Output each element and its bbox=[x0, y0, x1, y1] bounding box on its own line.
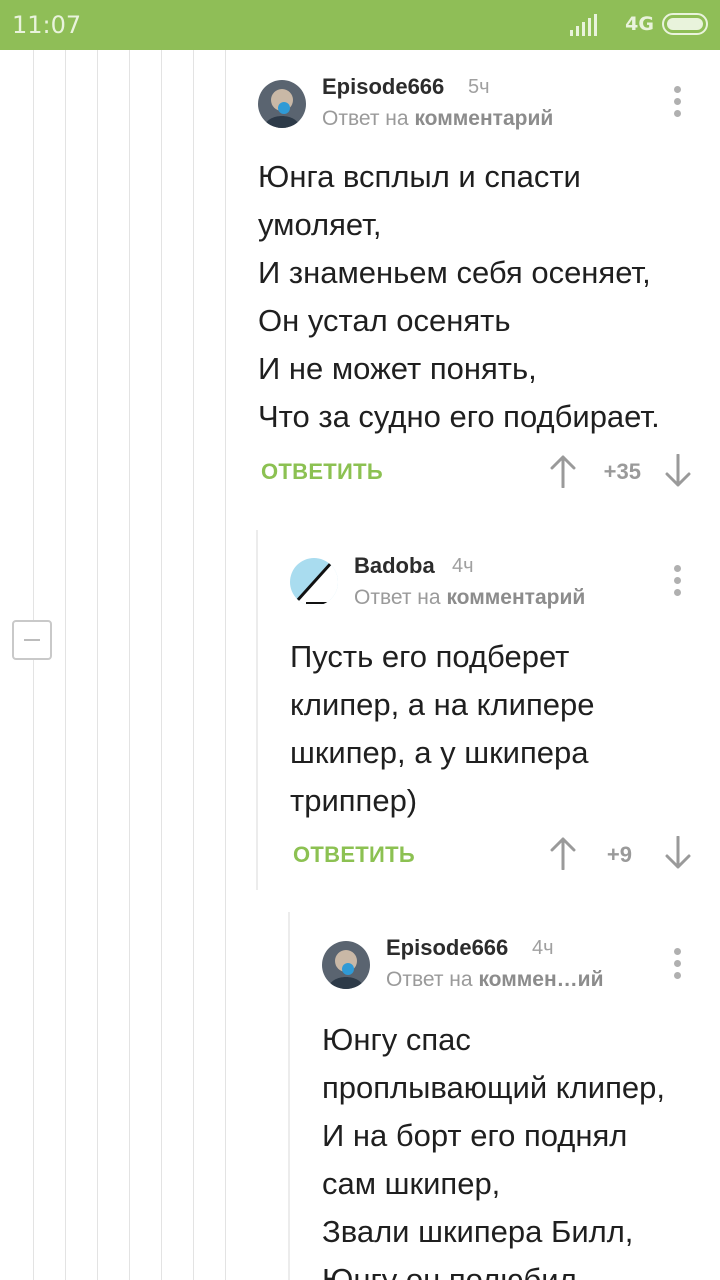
reply-target-link[interactable]: комментарий bbox=[414, 107, 553, 130]
comment-text-line: умоляет, bbox=[258, 207, 382, 242]
avatar-image-icon bbox=[258, 80, 306, 128]
comment-text-line: шкипер, а у шкипера bbox=[290, 735, 589, 770]
status-time: 11:07 bbox=[12, 11, 82, 39]
comment-text-line: Он устал осенять bbox=[258, 303, 511, 338]
comment-text-line: триппер) bbox=[290, 783, 418, 818]
comment-body: Юнга всплыл и спасти умоляет, И знаменье… bbox=[258, 153, 660, 441]
comment: Episode666 5ч Ответ на комментарий Юнга … bbox=[240, 50, 720, 520]
reply-target-link[interactable]: комментарий bbox=[446, 586, 585, 609]
reply-to-label[interactable]: Ответ на коммен…ий bbox=[386, 968, 603, 992]
comment-rating: +9 bbox=[606, 842, 632, 867]
comment-author[interactable]: Episode666 bbox=[386, 935, 508, 961]
more-options-icon[interactable] bbox=[672, 948, 684, 980]
comment-text-line: клипер, а на клипере bbox=[290, 687, 595, 722]
comment-body: Пусть его подберет клипер, а на клипере … bbox=[290, 633, 594, 825]
reply-prefix: Ответ на bbox=[386, 968, 473, 991]
comment: Episode666 4ч Ответ на коммен…ий Юнгу сп… bbox=[288, 912, 720, 1280]
thread-line bbox=[33, 50, 34, 1280]
comment-text-line: И знаменьем себя осеняет, bbox=[258, 255, 651, 290]
comment-text-line: Юнгу он полюбил bbox=[322, 1262, 577, 1280]
signal-icon bbox=[570, 14, 597, 36]
thread-line bbox=[193, 50, 194, 1280]
thread-line bbox=[225, 50, 226, 1280]
more-options-icon[interactable] bbox=[672, 86, 684, 118]
comment-text-line: сам шкипер, bbox=[322, 1166, 501, 1201]
comment-body: Юнгу спас проплывающий клипер, И на борт… bbox=[322, 1016, 665, 1280]
upvote-arrow-icon[interactable] bbox=[550, 836, 576, 870]
avatar[interactable] bbox=[322, 941, 370, 989]
comment-text-line: Пусть его подберет bbox=[290, 639, 570, 674]
reply-prefix: Ответ на bbox=[354, 586, 441, 609]
comment-text-line: Звали шкипера Билл, bbox=[322, 1214, 634, 1249]
reply-button[interactable]: ОТВЕТИТЬ bbox=[293, 842, 415, 868]
comment-time: 4ч bbox=[452, 555, 474, 577]
comment-author[interactable]: Episode666 bbox=[322, 74, 444, 100]
comment-time: 5ч bbox=[468, 76, 490, 98]
avatar[interactable] bbox=[290, 558, 338, 606]
reply-branch-line bbox=[256, 530, 258, 890]
reply-button[interactable]: ОТВЕТИТЬ bbox=[261, 459, 383, 485]
comment: Badoba 4ч Ответ на комментарий Пусть его… bbox=[256, 530, 720, 890]
downvote-arrow-icon[interactable] bbox=[665, 836, 691, 870]
battery-icon bbox=[662, 13, 708, 35]
thread-line bbox=[129, 50, 130, 1280]
reply-branch-line bbox=[288, 912, 290, 1280]
thread-line bbox=[161, 50, 162, 1280]
comment-text-line: Что за судно его подбирает. bbox=[258, 399, 660, 434]
comment-time: 4ч bbox=[532, 937, 554, 959]
reply-target-link[interactable]: коммен…ий bbox=[478, 968, 603, 991]
network-type: 4G bbox=[625, 13, 654, 35]
more-options-icon[interactable] bbox=[672, 565, 684, 597]
reply-prefix: Ответ на bbox=[322, 107, 409, 130]
avatar[interactable] bbox=[258, 80, 306, 128]
upvote-arrow-icon[interactable] bbox=[550, 454, 576, 488]
comment-text-line: И на борт его поднял bbox=[322, 1118, 628, 1153]
comment-text-line: И не может понять, bbox=[258, 351, 537, 386]
downvote-arrow-icon[interactable] bbox=[665, 454, 691, 488]
status-bar: 11:07 4G bbox=[0, 0, 720, 50]
avatar-image-icon bbox=[322, 941, 370, 989]
thread-line bbox=[97, 50, 98, 1280]
comment-rating: +35 bbox=[603, 459, 641, 484]
comment-author[interactable]: Badoba bbox=[354, 553, 435, 579]
comment-text-line: Юнгу спас bbox=[322, 1022, 471, 1057]
comment-text-line: Юнга всплыл и спасти bbox=[258, 159, 581, 194]
reply-to-label[interactable]: Ответ на комментарий bbox=[322, 107, 553, 131]
comment-text-line: проплывающий клипер, bbox=[322, 1070, 665, 1105]
avatar-image-icon bbox=[290, 558, 338, 606]
collapse-thread-button[interactable] bbox=[12, 620, 52, 660]
thread-line bbox=[65, 50, 66, 1280]
reply-to-label[interactable]: Ответ на комментарий bbox=[354, 586, 585, 610]
